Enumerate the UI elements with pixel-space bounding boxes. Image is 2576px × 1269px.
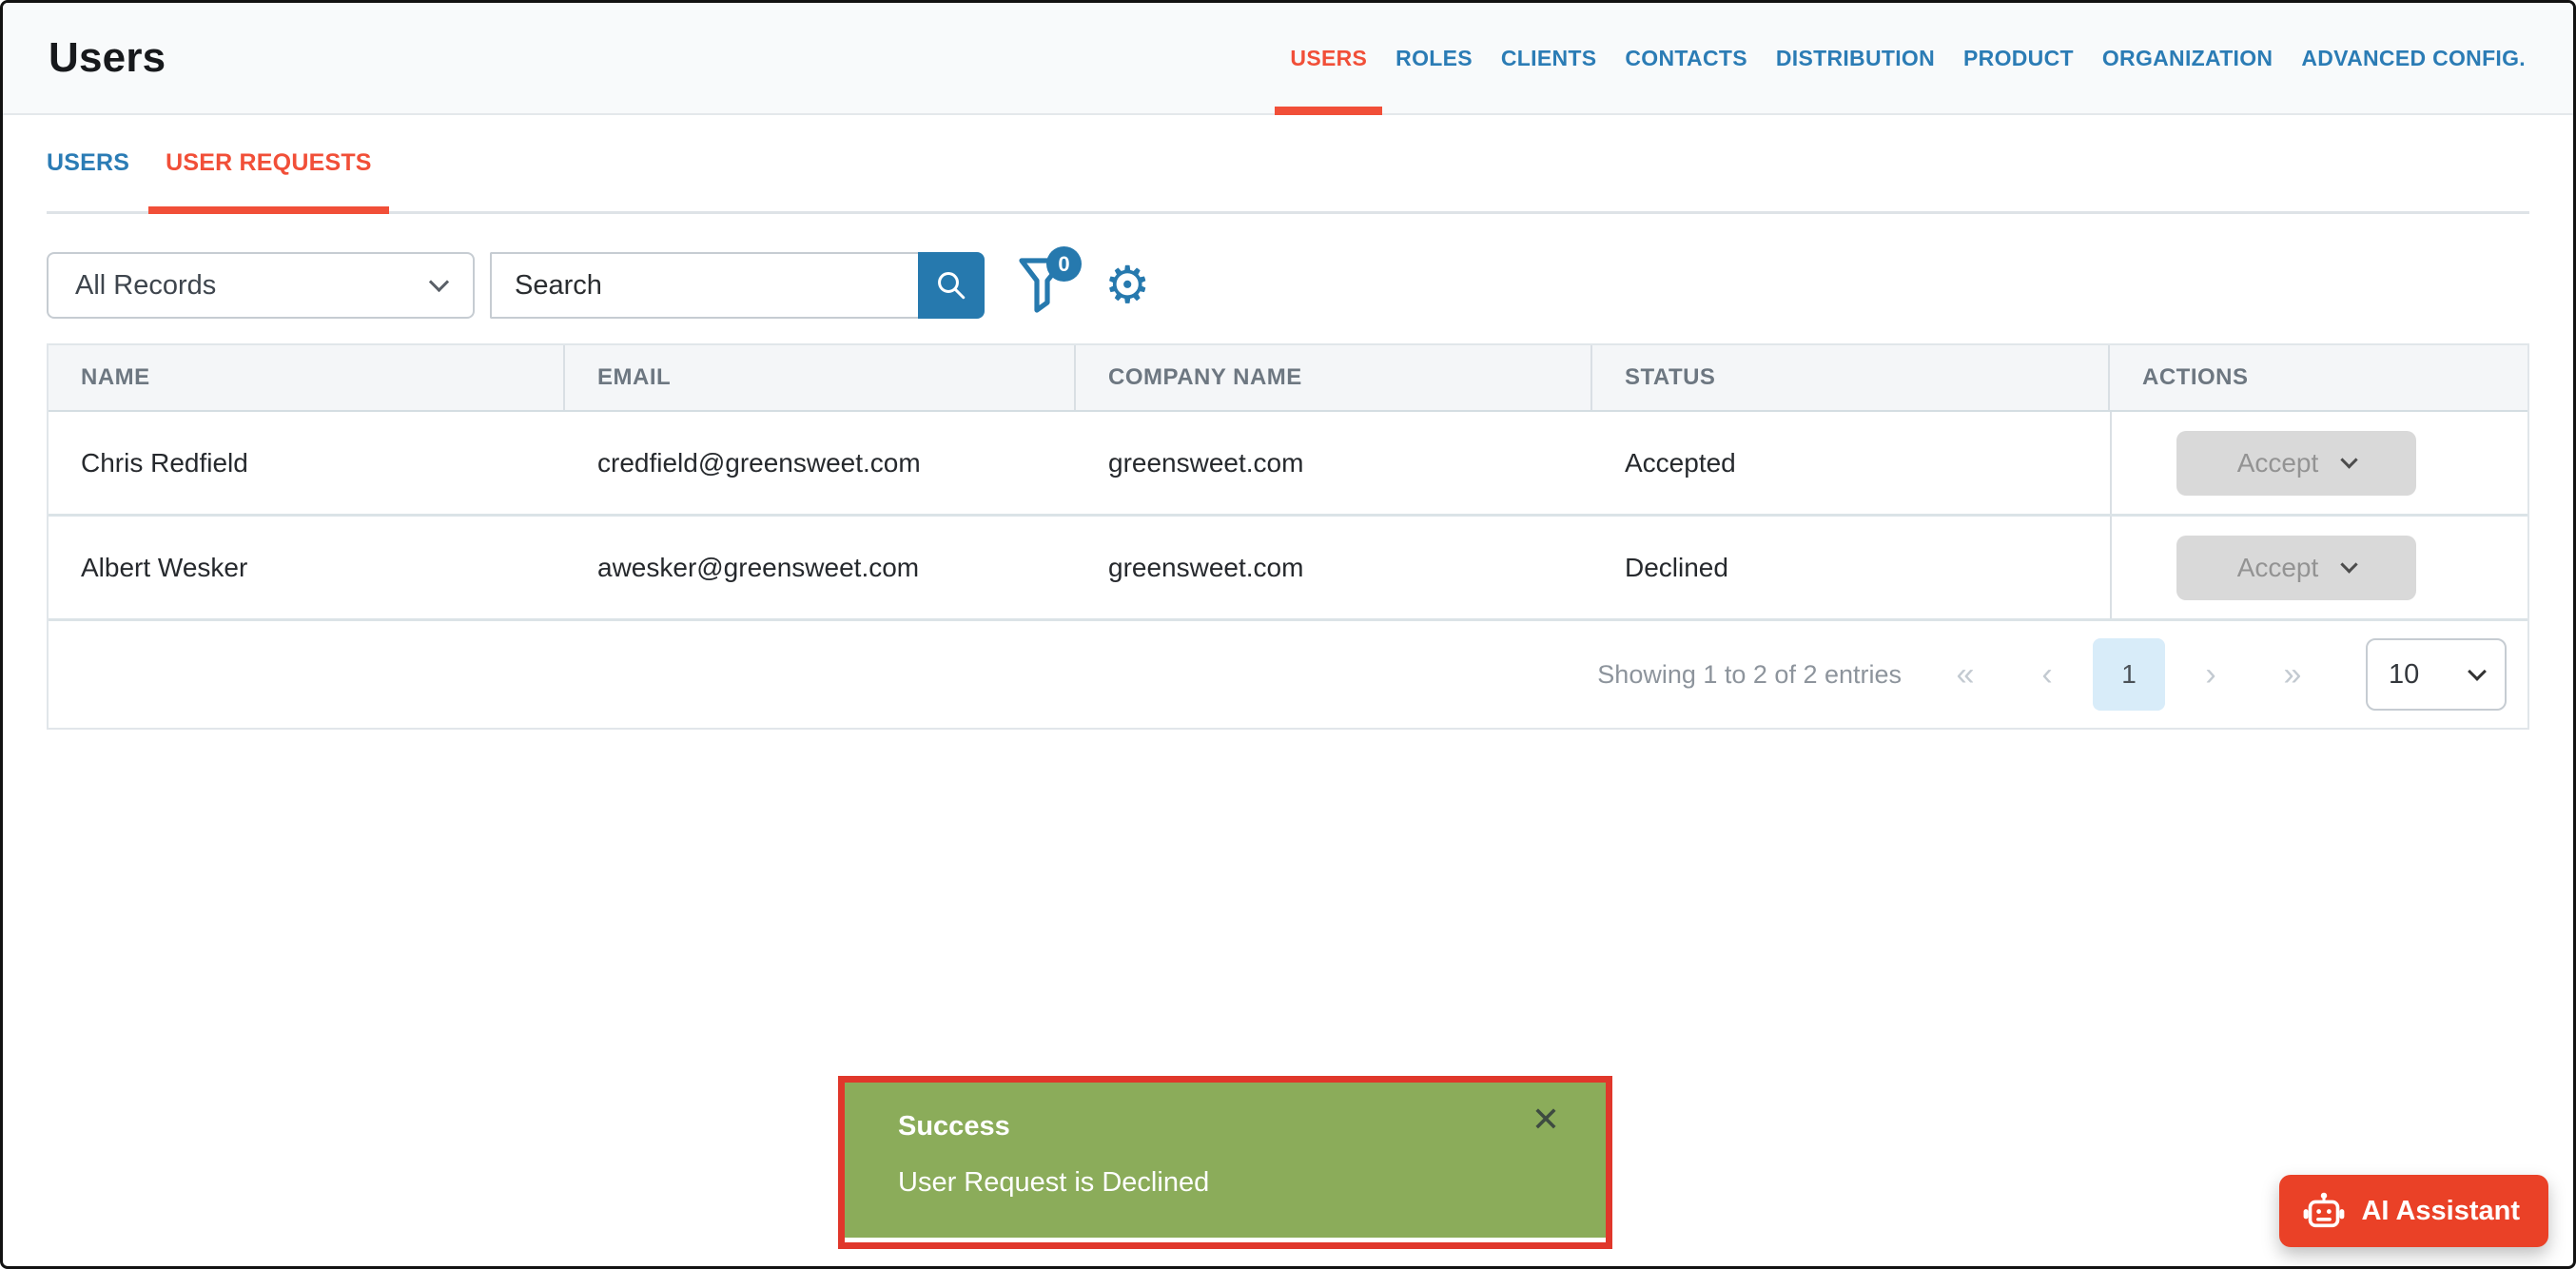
toast-title: Success [898,1111,1552,1142]
nav-item-organization[interactable]: ORGANIZATION [2102,3,2274,113]
cell-actions: Accept [2110,517,2527,618]
cell-status: Accepted [1592,412,2110,514]
search-group [490,252,985,319]
current-page-button[interactable]: 1 [2093,638,2165,711]
accept-dropdown-button[interactable]: Accept [2176,431,2416,496]
chevron-down-icon [429,272,449,292]
cell-name: Chris Redfield [49,412,565,514]
cell-company: greensweet.com [1076,517,1592,618]
ai-assistant-button[interactable]: AI Assistant [2279,1175,2548,1247]
nav-item-contacts[interactable]: CONTACTS [1625,3,1747,113]
table-footer: Showing 1 to 2 of 2 entries « ‹ 1 › » 10 [49,621,2527,728]
cell-actions: Accept [2110,412,2527,514]
robot-icon [2302,1191,2346,1231]
cell-email: awesker@greensweet.com [565,517,1076,618]
nav-item-product[interactable]: PRODUCT [1963,3,2074,113]
nav-item-label: ROLES [1395,46,1473,71]
column-header-company: COMPANY NAME [1076,345,1592,410]
cell-status: Declined [1592,517,2110,618]
nav-item-roles[interactable]: ROLES [1395,3,1473,113]
column-header-actions: ACTIONS [2110,345,2527,410]
chevron-down-icon [2468,662,2487,681]
nav-item-label: ORGANIZATION [2102,46,2274,71]
records-filter-dropdown[interactable]: All Records [47,252,475,319]
nav-item-label: USERS [1290,46,1367,71]
app-window: Users USERS ROLES CLIENTS CONTACTS DISTR… [0,0,2576,1269]
active-tab-underline [148,206,389,214]
search-button[interactable] [918,252,985,319]
nav-item-label: DISTRIBUTION [1776,46,1935,71]
tab-user-requests[interactable]: USER REQUESTS [166,115,372,211]
column-header-name: NAME [49,345,565,410]
double-chevron-left-icon: « [1957,656,1975,693]
column-header-status: STATUS [1592,345,2110,410]
accept-button-label: Accept [2237,553,2319,583]
ai-assistant-label: AI Assistant [2361,1196,2520,1227]
cell-name: Albert Wesker [49,517,565,618]
chevron-down-icon [2341,451,2358,468]
settings-button[interactable]: ⚙ [1104,260,1150,311]
toast-message: User Request is Declined [898,1167,1552,1199]
search-input[interactable] [490,252,918,319]
nav-item-advanced-config[interactable]: ADVANCED CONFIG. [2301,3,2526,113]
next-page-button[interactable]: › [2170,656,2252,693]
chevron-down-icon [2341,556,2358,573]
top-navigation: USERS ROLES CLIENTS CONTACTS DISTRIBUTIO… [1290,3,2526,113]
prev-page-button[interactable]: ‹ [2006,656,2088,693]
records-filter-value: All Records [75,270,216,302]
cell-company: greensweet.com [1076,412,1592,514]
nav-item-label: CLIENTS [1501,46,1597,71]
chevron-right-icon: › [2205,656,2215,693]
accept-dropdown-button[interactable]: Accept [2176,536,2416,600]
cell-email: credfield@greensweet.com [565,412,1076,514]
toast-close-button[interactable]: ✕ [1532,1103,1560,1138]
gear-icon: ⚙ [1104,257,1150,314]
filter-button[interactable]: 0 [1013,254,1072,317]
filter-count-badge: 0 [1046,246,1082,282]
close-icon: ✕ [1532,1101,1560,1140]
page-size-dropdown[interactable]: 10 [2366,638,2507,711]
nav-item-clients[interactable]: CLIENTS [1501,3,1597,113]
toast-highlight-box: Success User Request is Declined ✕ [838,1076,1612,1249]
user-requests-table: NAME EMAIL COMPANY NAME STATUS ACTIONS C… [47,343,2529,730]
search-icon [934,268,968,303]
sub-tabbar: USERS USER REQUESTS [47,115,2529,214]
tab-users[interactable]: USERS [47,115,129,211]
header: Users USERS ROLES CLIENTS CONTACTS DISTR… [3,3,2573,115]
nav-item-distribution[interactable]: DISTRIBUTION [1776,3,1935,113]
success-toast: Success User Request is Declined ✕ [845,1083,1606,1238]
first-page-button[interactable]: « [1924,656,2006,693]
entries-summary: Showing 1 to 2 of 2 entries [1597,660,1902,690]
nav-item-label: CONTACTS [1625,46,1747,71]
page-size-value: 10 [2389,659,2419,691]
last-page-button[interactable]: » [2252,656,2333,693]
tab-label: USER REQUESTS [166,149,372,177]
nav-item-label: ADVANCED CONFIG. [2301,46,2526,71]
double-chevron-right-icon: » [2284,656,2302,693]
page-title: Users [49,34,166,82]
accept-button-label: Accept [2237,448,2319,478]
table-header-row: NAME EMAIL COMPANY NAME STATUS ACTIONS [49,345,2527,412]
tab-label: USERS [47,149,129,177]
active-nav-underline [1275,107,1382,115]
nav-item-label: PRODUCT [1963,46,2074,71]
table-row: Albert Wesker awesker@greensweet.com gre… [49,517,2527,621]
nav-item-users[interactable]: USERS [1290,3,1367,113]
chevron-left-icon: ‹ [2041,656,2052,693]
toolbar: All Records 0 ⚙ [47,252,2529,319]
table-row: Chris Redfield credfield@greensweet.com … [49,412,2527,517]
column-header-email: EMAIL [565,345,1076,410]
